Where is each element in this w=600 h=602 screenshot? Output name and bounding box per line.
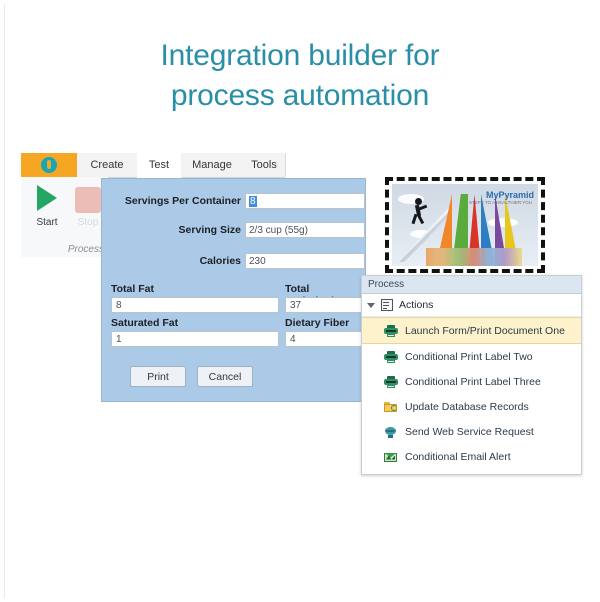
ribbon-tab-manage[interactable]: Manage <box>181 153 244 177</box>
servings-per-container-input[interactable]: 8 <box>245 193 365 209</box>
dietary-fiber-label: Dietary Fiber <box>285 317 350 329</box>
action-item-conditional-print-label-two[interactable]: Conditional Print Label Two <box>362 344 581 369</box>
stop-button-label: Stop <box>77 217 99 228</box>
servings-per-container-label: Servings Per Container <box>124 195 241 207</box>
selection-border <box>385 177 545 273</box>
page-title: Integration builder for process automati… <box>0 36 600 115</box>
stop-icon <box>75 187 101 213</box>
field-row-calories: Calories 230 <box>111 253 365 269</box>
print-button[interactable]: Print <box>130 366 186 387</box>
ribbon-tab-tools[interactable]: Tools <box>243 153 286 177</box>
action-item-label: Update Database Records <box>405 400 529 413</box>
list-icon <box>381 299 393 311</box>
globe-icon <box>384 426 398 438</box>
page-canvas: Integration builder for process automati… <box>0 0 600 602</box>
nutrition-form-dialog: Servings Per Container 8 Serving Size 2/… <box>101 178 390 402</box>
printer-icon <box>384 324 398 337</box>
field-row-serving-size: Serving Size 2/3 cup (55g) <box>111 222 365 238</box>
action-item-update-database-records[interactable]: Update Database Records <box>362 394 581 419</box>
saturated-fat-label: Saturated Fat <box>111 317 179 329</box>
action-item-label: Send Web Service Request <box>405 425 534 438</box>
actions-tree-label: Actions <box>399 299 434 311</box>
start-button[interactable]: Start <box>27 181 67 237</box>
play-icon <box>37 185 57 211</box>
calories-label: Calories <box>199 255 241 267</box>
serving-size-label: Serving Size <box>178 224 241 236</box>
stop-button: Stop <box>71 181 105 237</box>
process-panel: Process Actions Launch Form/Print Docume… <box>361 275 582 475</box>
total-fat-input[interactable]: 8 <box>111 297 279 313</box>
field-row-servings-per-container: Servings Per Container 8 <box>111 193 365 209</box>
action-item-label: Launch Form/Print Document One <box>405 324 565 337</box>
application-menu-button[interactable] <box>21 153 77 177</box>
total-fat-label: Total Fat <box>111 283 154 295</box>
app-logo-icon <box>41 157 57 173</box>
mypyramid-image-container[interactable]: MyPyramid STEPS TO A HEALTHIER YOU <box>385 177 545 273</box>
ribbon-tab-test[interactable]: Test <box>137 153 182 178</box>
printer-icon <box>384 375 398 388</box>
action-item-label: Conditional Print Label Two <box>405 350 533 363</box>
chevron-down-icon[interactable] <box>367 302 375 308</box>
action-item-label: Conditional Email Alert <box>405 450 511 463</box>
process-panel-title: Process <box>362 276 581 294</box>
action-item-conditional-email-alert[interactable]: Conditional Email Alert <box>362 444 581 469</box>
servings-per-container-value: 8 <box>249 195 257 207</box>
action-item-send-web-service-request[interactable]: Send Web Service Request <box>362 419 581 444</box>
actions-tree-root[interactable]: Actions <box>362 294 581 317</box>
action-item-launch-form-print-document-one[interactable]: Launch Form/Print Document One <box>362 317 581 344</box>
saturated-fat-input[interactable]: 1 <box>111 331 279 347</box>
ribbon-tab-strip: Create Test Manage Tools <box>21 153 286 178</box>
cancel-button[interactable]: Cancel <box>197 366 253 387</box>
page-title-line-2: process automation <box>170 78 430 112</box>
page-title-line-1: Integration builder for <box>160 39 440 72</box>
email-icon <box>384 451 398 463</box>
calories-input[interactable]: 230 <box>245 253 365 269</box>
folder-refresh-icon <box>384 401 398 413</box>
ribbon-group-process: Start Stop Process <box>21 177 109 257</box>
action-item-conditional-print-label-three[interactable]: Conditional Print Label Three <box>362 369 581 394</box>
start-button-label: Start <box>36 217 58 228</box>
action-item-label: Conditional Print Label Three <box>405 375 541 388</box>
ribbon-tab-create[interactable]: Create <box>77 153 138 177</box>
printer-icon <box>384 350 398 363</box>
ribbon-group-label: Process <box>67 244 104 255</box>
serving-size-input[interactable]: 2/3 cup (55g) <box>245 222 365 238</box>
